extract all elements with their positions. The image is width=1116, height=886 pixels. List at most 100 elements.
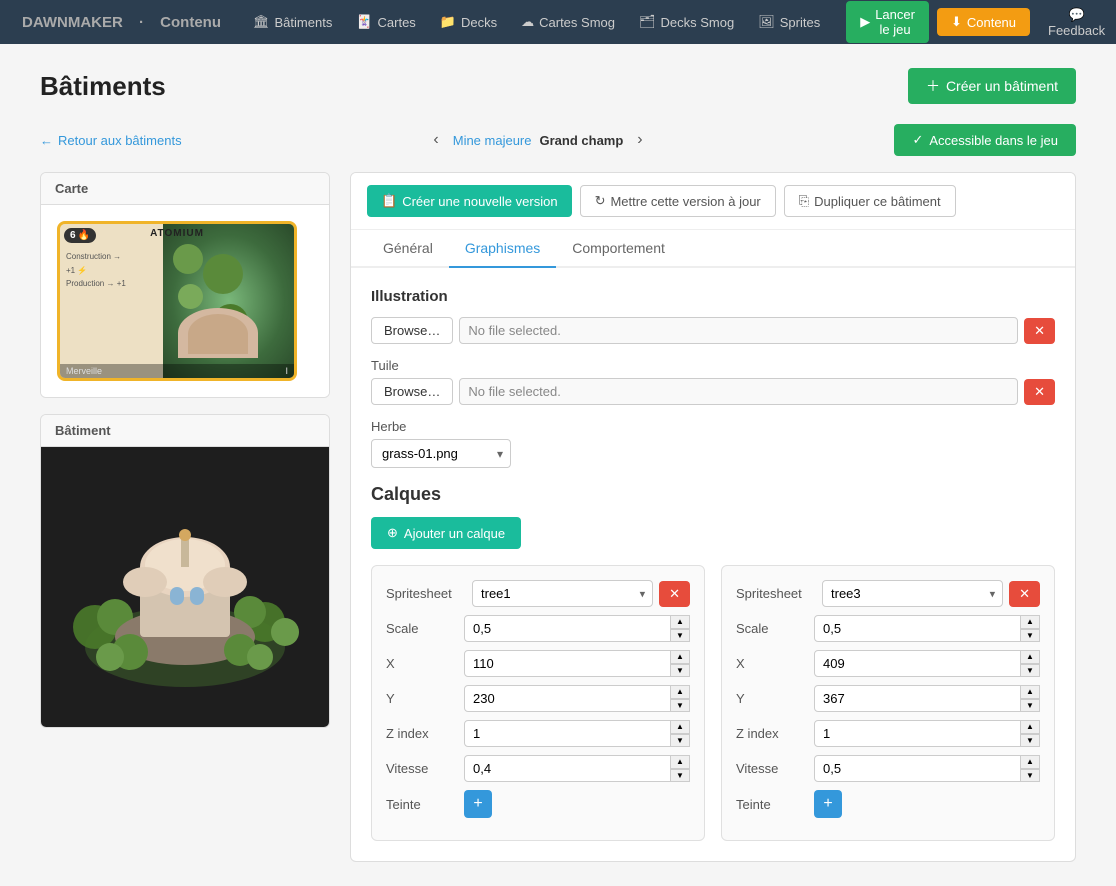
layer-1-x-down[interactable]: ▼: [670, 664, 690, 678]
layer-1-teinte-add-button[interactable]: +: [464, 790, 492, 818]
layer-2-x-down[interactable]: ▼: [1020, 664, 1040, 678]
layer-1-vitesse-down[interactable]: ▼: [670, 769, 690, 783]
create-building-button[interactable]: ＋ Créer un bâtiment: [908, 68, 1076, 104]
layer-1-vitesse-input[interactable]: [464, 755, 690, 782]
layer-1-y-input[interactable]: [464, 685, 690, 712]
layer-2-vitesse-input[interactable]: [814, 755, 1040, 782]
layer-2-scale-row: Scale ▲ ▼: [736, 615, 1040, 642]
launch-button[interactable]: ▶ Lancer le jeu: [846, 1, 929, 43]
layer-1-x-spin: ▲ ▼: [670, 650, 690, 677]
layer-1-spritesheet-row: Spritesheet tree1 tree2 tree3 ✕: [386, 580, 690, 607]
layer-1-vitesse-up[interactable]: ▲: [670, 755, 690, 769]
add-layer-icon: ⊕: [387, 525, 398, 541]
layer-2-zindex-down[interactable]: ▼: [1020, 734, 1040, 748]
page-header: Bâtiments ＋ Créer un bâtiment: [40, 68, 1076, 104]
content-button[interactable]: ⬇ Contenu: [937, 8, 1030, 36]
layer-1-y-up[interactable]: ▲: [670, 685, 690, 699]
layer-1-scale-down[interactable]: ▼: [670, 629, 690, 643]
layer-2-y-down[interactable]: ▼: [1020, 699, 1040, 713]
layer-1-scale-up[interactable]: ▲: [670, 615, 690, 629]
layer-2-y-row: Y ▲ ▼: [736, 685, 1040, 712]
layer-2-scale-down[interactable]: ▼: [1020, 629, 1040, 643]
nav-sprites[interactable]: 🖼 Sprites: [748, 8, 830, 36]
layer-2-teinte-label: Teinte: [736, 797, 806, 812]
feedback-button[interactable]: 💬 Feedback: [1038, 1, 1115, 44]
layer-2-vitesse-down[interactable]: ▼: [1020, 769, 1040, 783]
building-icon: 🏛: [253, 14, 270, 30]
layer-1-y-label: Y: [386, 691, 456, 706]
layer-2-y-spin: ▲ ▼: [1020, 685, 1040, 712]
layer-2-x-input[interactable]: [814, 650, 1040, 677]
layer-2-y-label: Y: [736, 691, 806, 706]
layer-2-zindex-wrap: ▲ ▼: [814, 720, 1040, 747]
layer-1-spritesheet-label: Spritesheet: [386, 586, 466, 601]
layer-1-delete-button[interactable]: ✕: [659, 581, 690, 607]
layer-2-zindex-row: Z index ▲ ▼: [736, 720, 1040, 747]
card-footer-right: I: [285, 366, 288, 376]
layer-1-scale-input[interactable]: [464, 615, 690, 642]
layer-1-zindex-input[interactable]: [464, 720, 690, 747]
nav-decks-smog[interactable]: 🗂 Decks Smog: [629, 8, 744, 36]
layer-2-scale-input[interactable]: [814, 615, 1040, 642]
building-svg: [65, 467, 305, 707]
pagination-nav: ‹ Mine majeure Grand champ ›: [427, 129, 648, 151]
tab-general[interactable]: Général: [367, 230, 449, 268]
layer-2-x-label: X: [736, 656, 806, 671]
tuile-label: Tuile: [371, 358, 1055, 373]
brand-separator: ·: [139, 14, 144, 31]
nav-cartes-smog[interactable]: ☁ Cartes Smog: [511, 8, 625, 36]
layer-1-spritesheet-wrap: tree1 tree2 tree3: [472, 580, 653, 607]
layer-1-x-input[interactable]: [464, 650, 690, 677]
nav-cartes[interactable]: 🃏 Cartes: [346, 8, 425, 36]
tree-1: [173, 244, 203, 274]
layer-2-teinte-row: Teinte +: [736, 790, 1040, 818]
illustration-delete-button[interactable]: ✕: [1024, 318, 1055, 344]
nav-decks[interactable]: 📁 Decks: [430, 8, 507, 36]
create-version-button[interactable]: 📋 Créer une nouvelle version: [367, 185, 572, 217]
accessible-button[interactable]: ✓ Accessible dans le jeu: [894, 124, 1076, 156]
card-panel-title: Carte: [41, 173, 329, 205]
herbe-select-wrapper: grass-01.png grass-02.png grass-03.png: [371, 439, 511, 468]
layer-2-spritesheet-row: Spritesheet tree1 tree2 tree3 ✕: [736, 580, 1040, 607]
layer-1-spritesheet-select[interactable]: tree1 tree2 tree3: [472, 580, 653, 607]
layer-1-x-row: X ▲ ▼: [386, 650, 690, 677]
layer-2-vitesse-up[interactable]: ▲: [1020, 755, 1040, 769]
layer-2-y-input[interactable]: [814, 685, 1040, 712]
tuile-browse-button[interactable]: Browse…: [371, 378, 453, 405]
deck-icon: 📁: [440, 14, 456, 30]
nav-row: ← Retour aux bâtiments ‹ Mine majeure Gr…: [40, 124, 1076, 156]
layer-2-spritesheet-select[interactable]: tree1 tree2 tree3: [822, 580, 1003, 607]
layer-2-delete-button[interactable]: ✕: [1009, 581, 1040, 607]
tab-graphismes[interactable]: Graphismes: [449, 230, 556, 268]
tuile-delete-button[interactable]: ✕: [1024, 379, 1055, 405]
right-panel: 📋 Créer une nouvelle version ↻ Mettre ce…: [350, 172, 1076, 862]
layer-2-y-up[interactable]: ▲: [1020, 685, 1040, 699]
prev-page-link[interactable]: Mine majeure: [453, 133, 532, 148]
layer-1-x-up[interactable]: ▲: [670, 650, 690, 664]
layer-1-x-wrap: ▲ ▼: [464, 650, 690, 677]
layer-2-scale-up[interactable]: ▲: [1020, 615, 1040, 629]
back-link[interactable]: ← Retour aux bâtiments: [40, 133, 182, 148]
add-layer-button[interactable]: ⊕ Ajouter un calque: [371, 517, 521, 549]
next-page-button[interactable]: ›: [631, 129, 648, 151]
prev-page-button[interactable]: ‹: [427, 129, 444, 151]
update-version-button[interactable]: ↻ Mettre cette version à jour: [580, 185, 776, 217]
layer-1-zindex-down[interactable]: ▼: [670, 734, 690, 748]
layer-1-y-down[interactable]: ▼: [670, 699, 690, 713]
layer-1-zindex-up[interactable]: ▲: [670, 720, 690, 734]
herbe-select[interactable]: grass-01.png grass-02.png grass-03.png: [371, 439, 511, 468]
layer-2-scale-label: Scale: [736, 621, 806, 636]
layer-2-x-up[interactable]: ▲: [1020, 650, 1040, 664]
layer-2-vitesse-wrap: ▲ ▼: [814, 755, 1040, 782]
layer-2-zindex-label: Z index: [736, 726, 806, 741]
tab-comportement[interactable]: Comportement: [556, 230, 681, 268]
layer-2-zindex-input[interactable]: [814, 720, 1040, 747]
nav-batiments[interactable]: 🏛 Bâtiments: [243, 8, 342, 36]
duplicate-button[interactable]: ⎘ Dupliquer ce bâtiment: [784, 185, 956, 217]
download-icon: ⬇: [951, 14, 962, 30]
tuile-file-label: No file selected.: [459, 378, 1018, 405]
layer-2-zindex-up[interactable]: ▲: [1020, 720, 1040, 734]
dome-2: [188, 314, 248, 354]
illustration-browse-button[interactable]: Browse…: [371, 317, 453, 344]
layer-2-teinte-add-button[interactable]: +: [814, 790, 842, 818]
